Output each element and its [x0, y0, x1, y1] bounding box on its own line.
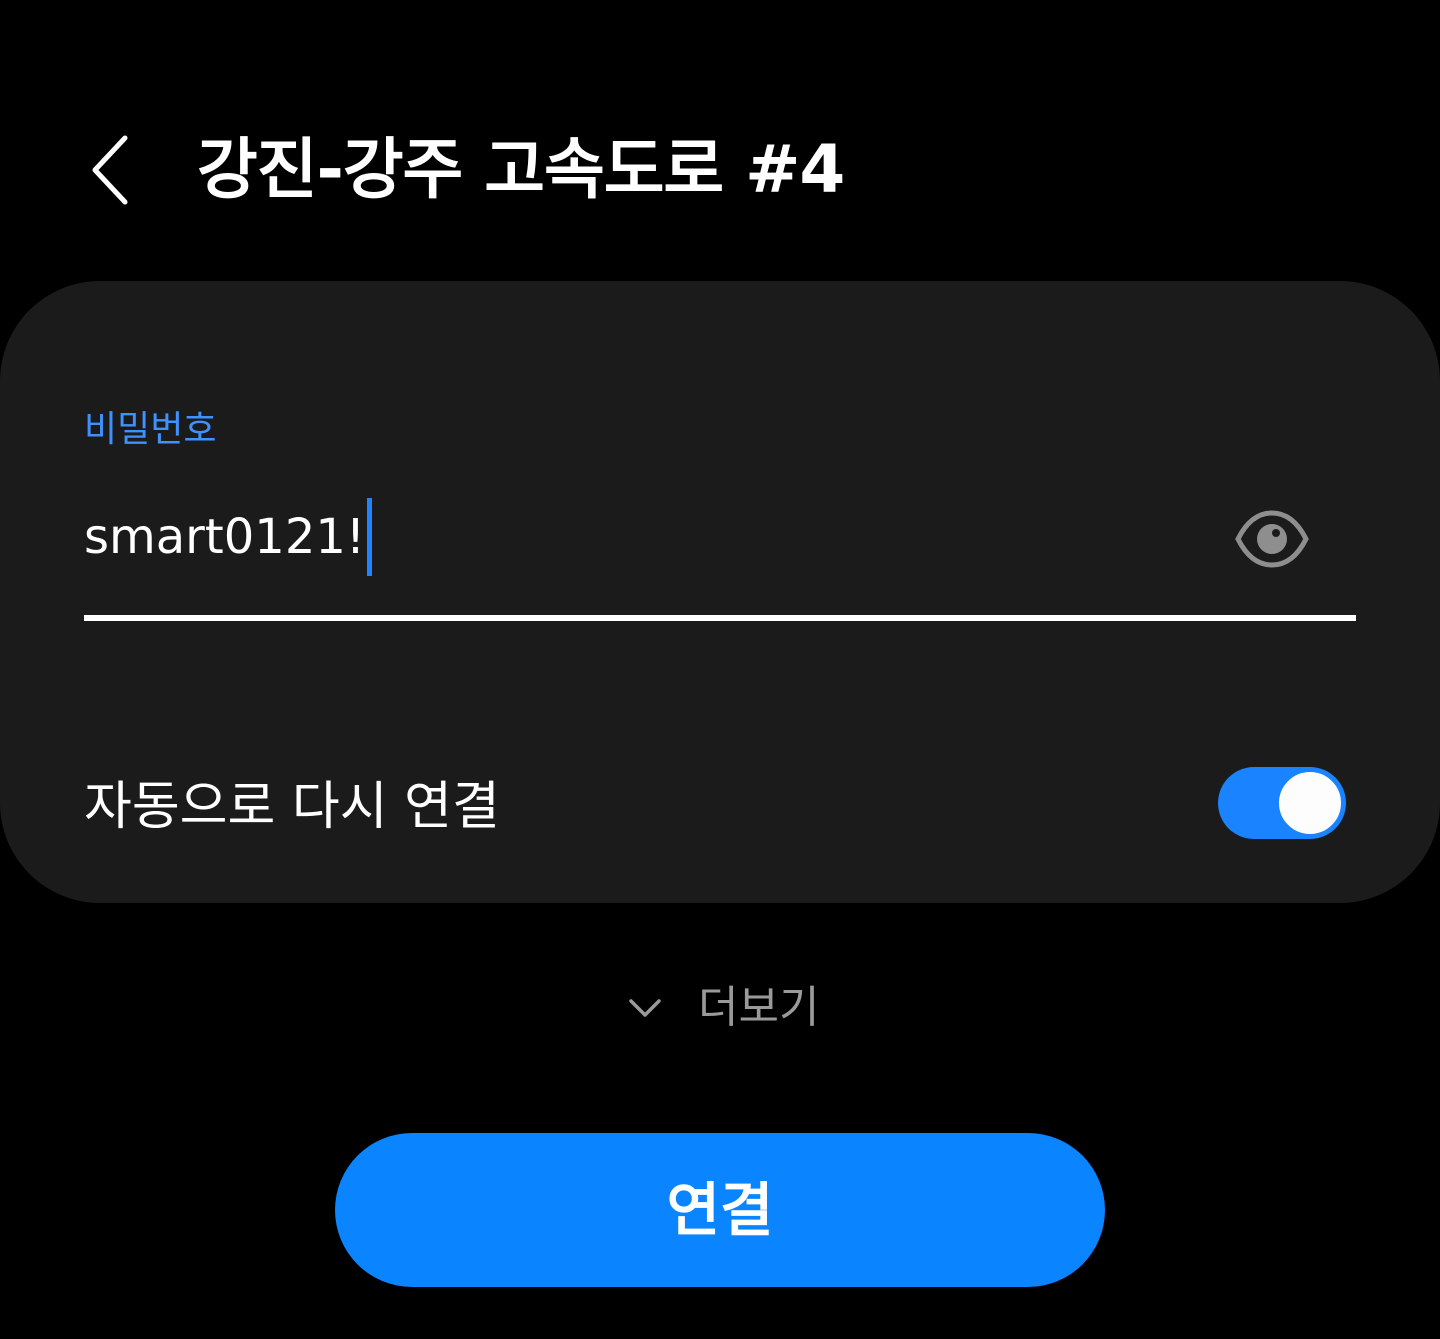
back-button[interactable]: [70, 124, 150, 216]
connect-button-label: 연결: [666, 1176, 774, 1244]
text-caret: [367, 498, 373, 576]
password-value: smart0121!: [84, 509, 366, 565]
password-input[interactable]: smart0121!: [84, 497, 1184, 577]
password-underline: [84, 615, 1356, 621]
password-field: smart0121!: [84, 481, 1356, 623]
chevron-down-icon: [620, 983, 670, 1033]
settings-card: 비밀번호 smart0121! 자동으로 다시 연결: [0, 281, 1440, 903]
eye-icon: [1235, 510, 1309, 568]
chevron-left-icon: [92, 135, 128, 205]
more-label: 더보기: [698, 982, 820, 1033]
wifi-connect-screen: 강진-강주 고속도로 #4 비밀번호 smart0121! 자동으로 다시 연결: [0, 0, 1440, 1339]
password-label: 비밀번호: [84, 409, 217, 450]
show-password-button[interactable]: [1230, 507, 1314, 571]
more-button[interactable]: 더보기: [620, 970, 840, 1046]
auto-reconnect-toggle[interactable]: [1218, 767, 1346, 839]
auto-reconnect-row[interactable]: 자동으로 다시 연결: [84, 751, 1356, 861]
auto-reconnect-label: 자동으로 다시 연결: [84, 777, 500, 837]
page-title: 강진-강주 고속도로 #4: [197, 131, 845, 208]
connect-button[interactable]: 연결: [335, 1133, 1105, 1287]
header: 강진-강주 고속도로 #4: [0, 110, 1440, 230]
toggle-knob: [1276, 769, 1344, 837]
